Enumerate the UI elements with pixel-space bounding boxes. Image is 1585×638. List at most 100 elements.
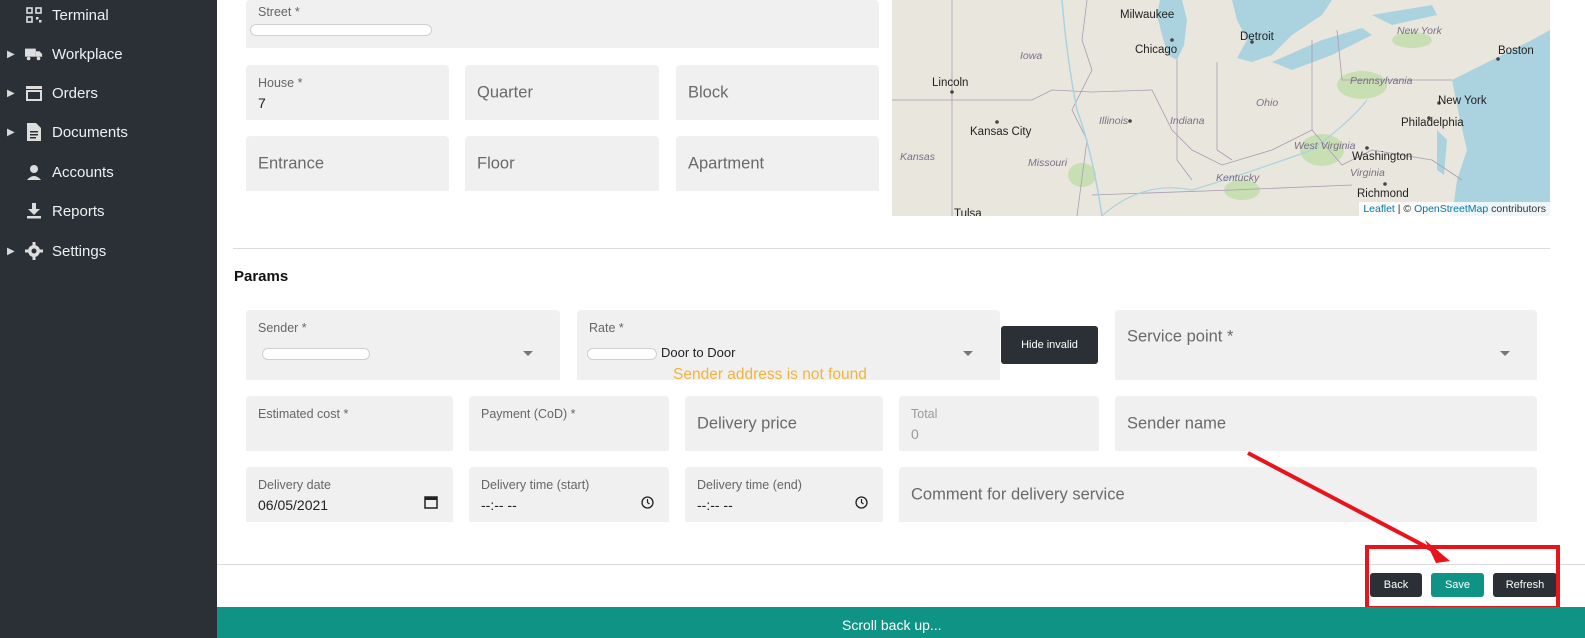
params-title: Params: [234, 268, 289, 285]
delivery-date-value: 06/05/2021: [258, 497, 329, 513]
map-label: Kentucky: [1216, 172, 1260, 184]
map-label: Milwaukee: [1120, 9, 1175, 21]
rate-value: Door to Door: [661, 345, 736, 360]
sender-name-placeholder: Sender name: [1127, 414, 1227, 432]
expand-arrow-icon[interactable]: ▶: [7, 246, 15, 257]
map-label: Iowa: [1020, 50, 1043, 62]
redacted-value: [262, 348, 370, 360]
sidebar-item-label: Terminal: [52, 6, 109, 24]
quarter-field[interactable]: Quarter: [465, 65, 659, 120]
map-label: Chicago: [1135, 44, 1178, 56]
map-label: West Virginia: [1294, 140, 1356, 152]
map-label: Indiana: [1170, 115, 1205, 127]
truck-icon: [25, 45, 43, 63]
delivery-date-label: Delivery date: [258, 478, 331, 492]
sidebar-item-accounts[interactable]: Accounts: [0, 157, 217, 187]
expand-arrow-icon[interactable]: ▶: [7, 49, 15, 60]
sidebar-item-documents[interactable]: ▶ Documents: [0, 117, 217, 147]
scroll-back-up-label[interactable]: Scroll back up...: [842, 617, 942, 633]
map-label: New York: [1397, 25, 1442, 37]
entrance-field[interactable]: Entrance: [246, 136, 449, 191]
apartment-placeholder: Apartment: [688, 154, 765, 172]
map-label: Illinois: [1099, 115, 1129, 127]
sidebar-item-workplace[interactable]: ▶ Workplace: [0, 39, 217, 69]
map-label: Detroit: [1240, 31, 1274, 43]
sidebar-item-label: Reports: [52, 202, 105, 220]
download-icon: [25, 202, 43, 220]
map-label: Boston: [1498, 45, 1534, 57]
sidebar: Terminal ▶ Workplace ▶ Orders ▶ Document…: [0, 0, 217, 638]
apartment-field[interactable]: Apartment: [676, 136, 879, 191]
store-icon: [25, 84, 43, 102]
delivery-time-start-label: Delivery time (start): [481, 478, 590, 492]
map-label: Philadelphia: [1401, 117, 1464, 129]
map-label: Tulsa: [954, 208, 982, 216]
delivery-time-end-field[interactable]: Delivery time (end) --:-- --: [685, 467, 883, 522]
map-label: Kansas: [900, 151, 936, 163]
payment-cod-field[interactable]: Payment (CoD) *: [469, 396, 669, 451]
estimated-cost-field[interactable]: Estimated cost *: [246, 396, 453, 451]
delivery-time-end-value: --:-- --: [697, 497, 733, 513]
house-field[interactable]: House * 7: [246, 65, 449, 120]
sender-name-field[interactable]: Sender name: [1115, 396, 1537, 451]
delivery-time-start-value: --:-- --: [481, 497, 517, 513]
user-icon: [25, 163, 43, 181]
total-label: Total: [911, 407, 938, 421]
map[interactable]: Milwaukee Detroit New York Boston Chicag…: [892, 0, 1550, 216]
sidebar-item-terminal[interactable]: Terminal: [0, 0, 217, 30]
openstreetmap-link[interactable]: OpenStreetMap: [1414, 203, 1488, 215]
street-field[interactable]: Street *: [246, 0, 879, 48]
sender-select[interactable]: Sender *: [246, 310, 560, 380]
sidebar-item-settings[interactable]: ▶ Settings: [0, 236, 217, 266]
chevron-down-icon: [1500, 351, 1510, 356]
floor-field[interactable]: Floor: [465, 136, 659, 191]
service-point-placeholder: Service point *: [1127, 327, 1234, 346]
hide-invalid-button[interactable]: Hide invalid: [1001, 326, 1098, 364]
payment-label: Payment (CoD) *: [481, 407, 576, 421]
document-icon: [25, 123, 43, 141]
map-label: Ohio: [1256, 97, 1279, 109]
block-field[interactable]: Block: [676, 65, 879, 120]
sender-label: Sender *: [258, 321, 307, 335]
sidebar-item-label: Orders: [52, 84, 98, 102]
chevron-down-icon: [963, 351, 973, 356]
total-field: Total 0: [899, 396, 1099, 451]
qr-grid-icon: [25, 6, 43, 24]
chevron-down-icon: [523, 351, 533, 356]
sender-address-warning: Sender address is not found: [673, 366, 867, 383]
map-label: Kansas City: [970, 126, 1032, 138]
floor-placeholder: Floor: [477, 154, 515, 172]
map-label: Lincoln: [932, 77, 969, 89]
sidebar-item-reports[interactable]: Reports: [0, 196, 217, 226]
rate-label: Rate *: [589, 321, 624, 335]
section-divider: [233, 248, 1550, 249]
leaflet-link[interactable]: Leaflet: [1363, 203, 1395, 215]
map-label: Washington: [1352, 151, 1413, 163]
redacted-value: [587, 348, 657, 360]
calendar-icon[interactable]: [424, 495, 438, 514]
street-label: Street *: [258, 5, 300, 19]
delivery-time-end-label: Delivery time (end): [697, 478, 802, 492]
expand-arrow-icon[interactable]: ▶: [7, 127, 15, 138]
sidebar-item-label: Workplace: [52, 45, 123, 63]
clock-icon[interactable]: [641, 496, 654, 514]
clock-icon[interactable]: [855, 496, 868, 514]
sidebar-item-orders[interactable]: ▶ Orders: [0, 78, 217, 108]
quarter-placeholder: Quarter: [477, 83, 533, 101]
map-label: Richmond: [1357, 188, 1409, 200]
expand-arrow-icon[interactable]: ▶: [7, 88, 15, 99]
redacted-value: [250, 24, 432, 36]
attribution-separator: | ©: [1394, 203, 1415, 215]
block-placeholder: Block: [688, 83, 729, 101]
delivery-time-start-field[interactable]: Delivery time (start) --:-- --: [469, 467, 669, 522]
attribution-tail: contributors: [1488, 203, 1546, 215]
map-label: Pennsylvania: [1350, 75, 1413, 87]
comment-placeholder: Comment for delivery service: [911, 485, 1125, 503]
service-point-select[interactable]: Service point *: [1115, 310, 1537, 380]
sidebar-item-label: Documents: [52, 123, 128, 141]
map-label: Missouri: [1028, 157, 1068, 169]
house-value: 7: [258, 95, 266, 111]
delivery-price-field[interactable]: Delivery price: [685, 396, 883, 451]
delivery-date-field[interactable]: Delivery date 06/05/2021: [246, 467, 453, 522]
house-label: House *: [258, 76, 303, 90]
